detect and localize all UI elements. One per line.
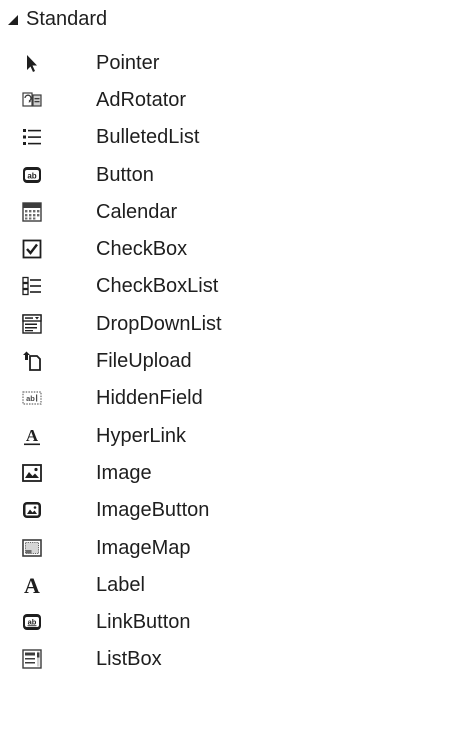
svg-text:ab: ab: [27, 171, 36, 180]
toolbox-item-button[interactable]: ab Button: [0, 156, 465, 193]
svg-text:ab: ab: [26, 394, 35, 403]
checkbox-icon: [21, 238, 43, 260]
pointer-icon: [21, 52, 43, 74]
item-label: Label: [96, 573, 145, 596]
item-label: Image: [96, 461, 152, 484]
item-label: HiddenField: [96, 387, 203, 410]
toolbox-item-listbox[interactable]: ListBox: [0, 641, 465, 678]
item-label: Calendar: [96, 200, 178, 223]
toolbox-item-calendar[interactable]: Calendar: [0, 193, 465, 230]
item-label: CheckBox: [96, 238, 188, 261]
item-label: CheckBoxList: [96, 275, 219, 298]
item-label: FileUpload: [96, 350, 192, 373]
item-label: Button: [96, 163, 154, 186]
checkbox-list-icon: [21, 275, 43, 297]
item-label: DropDownList: [96, 312, 222, 335]
item-label: LinkButton: [96, 611, 191, 634]
toolbox-item-imagebutton[interactable]: ImageButton: [0, 492, 465, 529]
label-icon: A: [21, 574, 43, 596]
toolbox-item-dropdownlist[interactable]: DropDownList: [0, 305, 465, 342]
hyperlink-icon: A: [21, 425, 43, 447]
toolbox-item-linkbutton[interactable]: ab LinkButton: [0, 603, 465, 640]
toolbox-item-fileupload[interactable]: FileUpload: [0, 342, 465, 379]
toolbox-panel: Standard Pointer AdRotator BulletedList …: [0, 0, 465, 751]
bulleted-list-icon: [21, 126, 43, 148]
toolbox-items-list: Pointer AdRotator BulletedList ab Button…: [0, 44, 465, 678]
svg-text:A: A: [24, 574, 40, 596]
collapse-triangle-icon[interactable]: [8, 15, 18, 25]
image-icon: [21, 462, 43, 484]
toolbox-item-hiddenfield[interactable]: ab HiddenField: [0, 380, 465, 417]
file-upload-icon: [21, 350, 43, 372]
item-label: ImageMap: [96, 536, 191, 559]
toolbox-item-imagemap[interactable]: ImageMap: [0, 529, 465, 566]
group-label: Standard: [26, 8, 108, 30]
item-label: Pointer: [96, 51, 160, 74]
hidden-field-icon: ab: [21, 387, 43, 409]
toolbox-item-checkboxlist[interactable]: CheckBoxList: [0, 268, 465, 305]
toolbox-item-pointer[interactable]: Pointer: [0, 44, 465, 81]
adrotator-icon: [21, 89, 43, 111]
item-label: HyperLink: [96, 424, 187, 447]
group-header-standard[interactable]: Standard: [0, 4, 107, 34]
toolbox-item-adrotator[interactable]: AdRotator: [0, 81, 465, 118]
toolbox-item-bulletedlist[interactable]: BulletedList: [0, 119, 465, 156]
calendar-icon: [21, 201, 43, 223]
toolbox-item-label[interactable]: A Label: [0, 566, 465, 603]
svg-text:ab: ab: [28, 618, 37, 627]
image-button-icon: [21, 499, 43, 521]
button-icon: ab: [21, 164, 43, 186]
item-label: BulletedList: [96, 126, 200, 149]
toolbox-item-image[interactable]: Image: [0, 454, 465, 491]
dropdown-list-icon: [21, 313, 43, 335]
item-label: ImageButton: [96, 499, 210, 522]
link-button-icon: ab: [21, 611, 43, 633]
svg-text:A: A: [26, 426, 39, 445]
toolbox-item-checkbox[interactable]: CheckBox: [0, 230, 465, 267]
item-label: AdRotator: [96, 88, 187, 111]
item-label: ListBox: [96, 648, 162, 671]
toolbox-item-hyperlink[interactable]: A HyperLink: [0, 417, 465, 454]
listbox-icon: [21, 648, 43, 670]
image-map-icon: [21, 537, 43, 559]
